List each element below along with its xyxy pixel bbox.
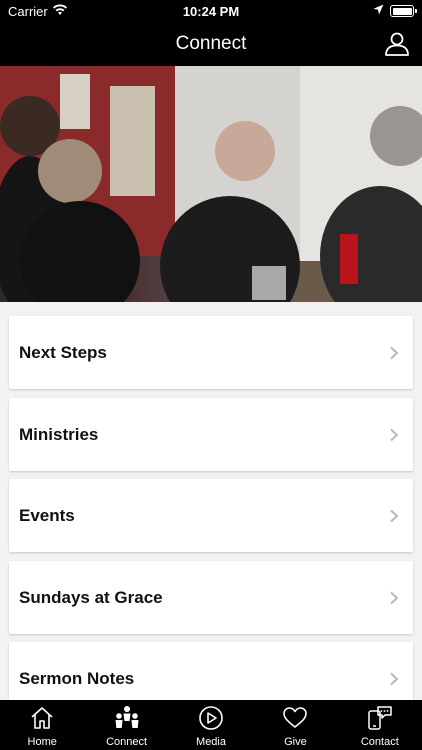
menu-item-label: Sundays at Grace [19, 587, 163, 607]
tab-label: Contact [360, 736, 399, 748]
tab-media[interactable]: Media [169, 700, 253, 750]
tab-bar: Home Connect Media Give Contact [0, 700, 422, 750]
chevron-right-icon [390, 509, 399, 523]
menu-item-next-steps[interactable]: Next Steps [9, 316, 413, 389]
menu-item-label: Sermon Notes [19, 669, 135, 688]
battery-icon [390, 5, 417, 17]
people-icon [115, 706, 139, 728]
clock: 10:24 PM [182, 4, 240, 19]
page-title: Connect [175, 33, 247, 54]
hero-image [0, 66, 422, 302]
tab-label: Home [27, 736, 57, 748]
menu-item-label: Ministries [19, 424, 99, 444]
profile-icon[interactable] [384, 31, 410, 57]
hero-photo [0, 66, 422, 302]
tab-label: Media [196, 736, 226, 748]
chevron-right-icon [390, 346, 399, 360]
chevron-right-icon [390, 591, 399, 604]
nav-bar: Connect [0, 22, 422, 66]
menu-item-sundays-at-grace[interactable]: Sundays at Grace [9, 560, 413, 634]
status-bar: Carrier 10:24 PM [0, 0, 422, 22]
home-icon [31, 707, 53, 729]
chat-phone-icon [368, 706, 392, 730]
tab-home[interactable]: Home [0, 700, 84, 750]
tab-connect[interactable]: Connect [84, 700, 168, 750]
tab-give[interactable]: Give [253, 700, 337, 750]
play-icon [199, 706, 223, 730]
chevron-right-icon [390, 428, 399, 441]
tab-label: Connect [106, 736, 148, 748]
menu-item-label: Next Steps [19, 343, 107, 362]
menu-item-label: Events [19, 506, 75, 525]
menu-item-events[interactable]: Events [9, 479, 413, 552]
heart-icon [283, 707, 308, 728]
menu-item-ministries[interactable]: Ministries [9, 397, 413, 471]
chevron-right-icon [390, 672, 399, 686]
location-arrow-icon [373, 4, 384, 15]
tab-label: Give [284, 736, 307, 748]
menu-list: Next Steps Ministries Events Sundays at … [9, 316, 413, 724]
tab-contact[interactable]: Contact [338, 700, 422, 750]
